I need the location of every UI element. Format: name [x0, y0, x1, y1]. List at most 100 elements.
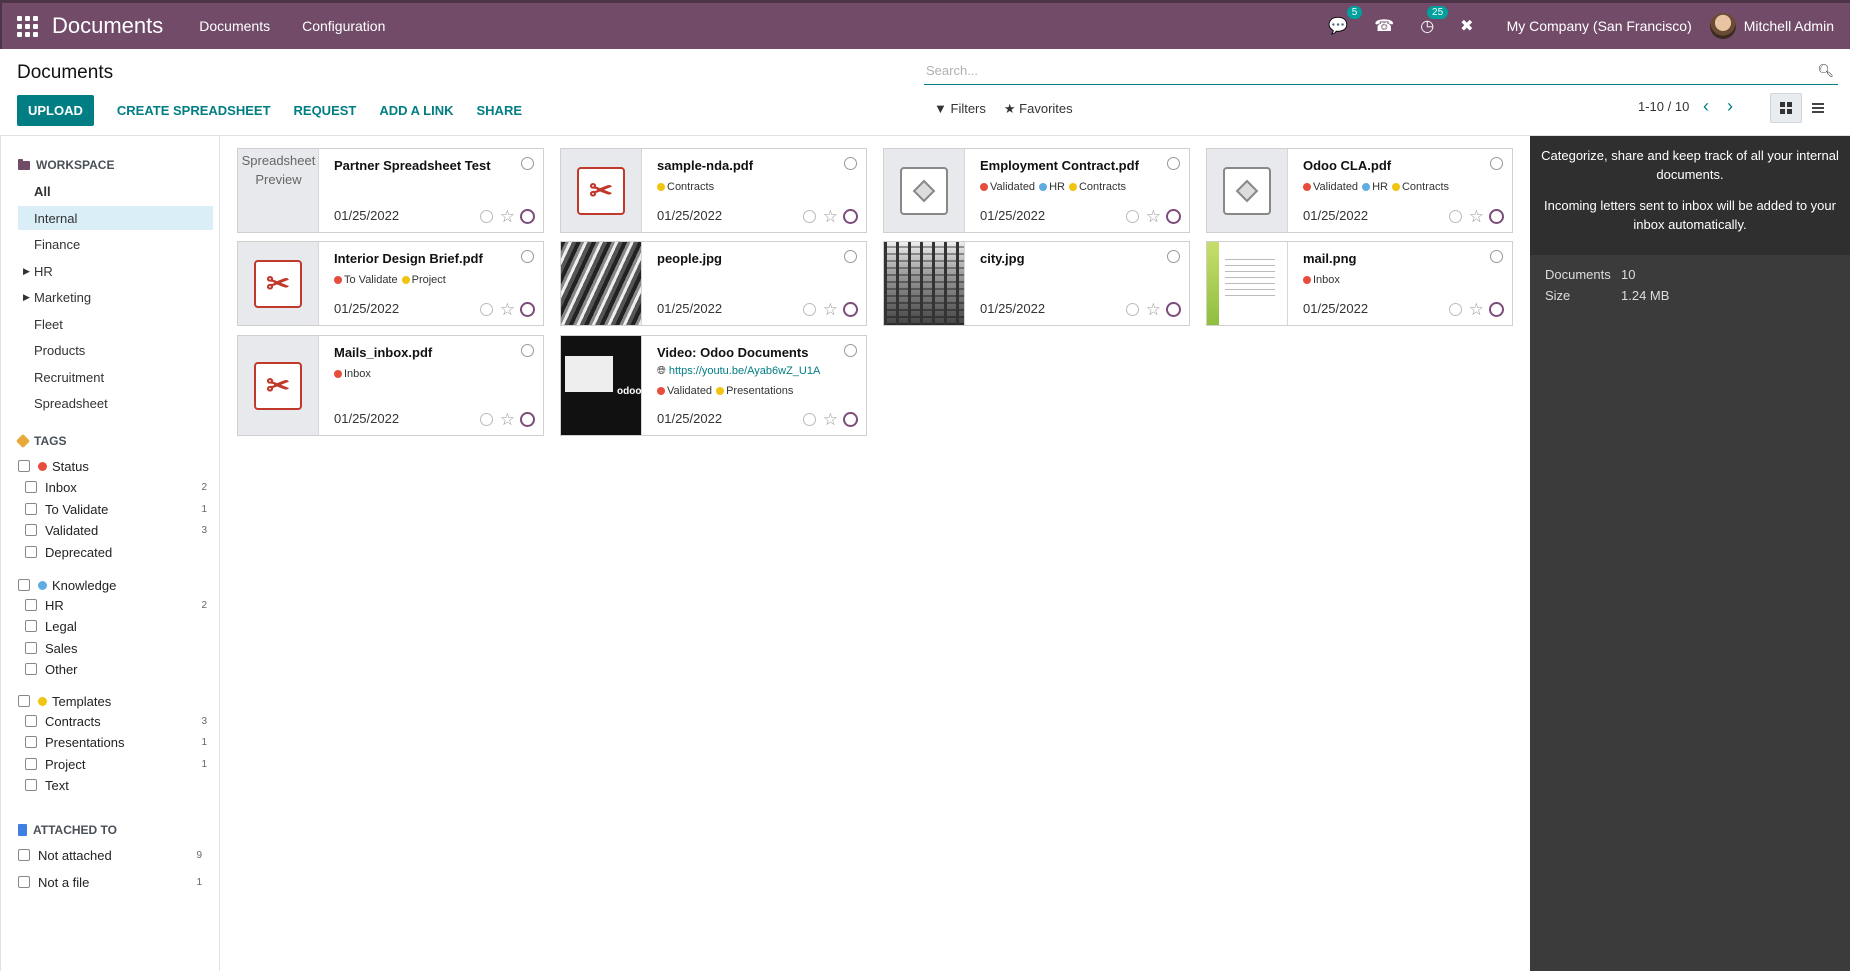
- select-radio[interactable]: [1167, 157, 1180, 170]
- workspace-products[interactable]: Products: [18, 338, 213, 362]
- tag-contracts[interactable]: Contracts 3: [25, 712, 207, 730]
- star-icon[interactable]: ☆: [1469, 208, 1484, 225]
- phone-icon[interactable]: ☎: [1374, 16, 1394, 36]
- star-icon[interactable]: ☆: [500, 208, 515, 225]
- checkbox[interactable]: [25, 736, 37, 748]
- checkbox[interactable]: [18, 579, 30, 591]
- owner-avatar-icon[interactable]: [1489, 209, 1504, 224]
- workspace-all[interactable]: All: [18, 179, 213, 203]
- tag-legal[interactable]: Legal: [25, 617, 207, 635]
- owner-avatar-icon[interactable]: [520, 412, 535, 427]
- checkbox[interactable]: [25, 779, 37, 791]
- owner-avatar-icon[interactable]: [520, 209, 535, 224]
- owner-avatar-icon[interactable]: [520, 302, 535, 317]
- select-radio[interactable]: [1490, 157, 1503, 170]
- tag-project[interactable]: Project 1: [25, 755, 207, 773]
- clock-icon[interactable]: [479, 413, 493, 426]
- activities-icon[interactable]: ◷ 25: [1420, 6, 1449, 36]
- upload-button[interactable]: UPLOAD: [17, 95, 94, 126]
- workspace-fleet[interactable]: Fleet: [18, 312, 213, 336]
- document-card[interactable]: odoo Video: Odoo Documents 🌐︎ https://yo…: [560, 335, 867, 436]
- list-view-button[interactable]: [1802, 93, 1834, 123]
- tag-sales[interactable]: Sales: [25, 639, 207, 657]
- checkbox[interactable]: [25, 620, 37, 632]
- select-radio[interactable]: [1490, 250, 1503, 263]
- checkbox[interactable]: [18, 695, 30, 707]
- clock-icon[interactable]: [802, 413, 816, 426]
- share-button[interactable]: SHARE: [477, 103, 523, 118]
- checkbox[interactable]: [25, 503, 37, 515]
- checkbox[interactable]: [25, 758, 37, 770]
- document-card[interactable]: ✂︎ sample-nda.pdf Contracts 01/25/2022 ☆: [560, 148, 867, 233]
- star-icon[interactable]: ☆: [823, 208, 838, 225]
- owner-avatar-icon[interactable]: [1489, 302, 1504, 317]
- pager-value[interactable]: 1-10 / 10: [1638, 99, 1689, 114]
- checkbox[interactable]: [25, 599, 37, 611]
- company-switcher[interactable]: My Company (San Francisco): [1507, 18, 1692, 34]
- tag-validated[interactable]: Validated 3: [25, 521, 207, 539]
- document-card[interactable]: people.jpg 01/25/2022 ☆: [560, 241, 867, 326]
- star-icon[interactable]: ☆: [1146, 208, 1161, 225]
- filter-not-attached[interactable]: Not attached 9: [18, 846, 213, 864]
- workspace-spreadsheet[interactable]: Spreadsheet: [18, 391, 213, 415]
- select-radio[interactable]: [844, 344, 857, 357]
- checkbox[interactable]: [18, 876, 30, 888]
- clock-icon[interactable]: [1125, 303, 1139, 316]
- messages-icon[interactable]: 💬 5: [1328, 6, 1363, 36]
- search-input[interactable]: [924, 63, 1818, 78]
- select-radio[interactable]: [521, 250, 534, 263]
- tag-group-status[interactable]: Status: [18, 457, 213, 475]
- workspace-marketing[interactable]: ▶ Marketing: [18, 285, 213, 309]
- clock-icon[interactable]: [1125, 210, 1139, 223]
- select-radio[interactable]: [521, 344, 534, 357]
- star-icon[interactable]: ☆: [500, 411, 515, 428]
- checkbox[interactable]: [25, 481, 37, 493]
- clock-icon[interactable]: [479, 303, 493, 316]
- document-card[interactable]: city.jpg 01/25/2022 ☆: [883, 241, 1190, 326]
- caret-right-icon[interactable]: ▶: [23, 292, 30, 303]
- tag-other[interactable]: Other: [25, 660, 207, 678]
- tag-to-validate[interactable]: To Validate 1: [25, 500, 207, 518]
- star-icon[interactable]: ☆: [823, 301, 838, 318]
- document-card[interactable]: Employment Contract.pdf Validated HR Contr…: [883, 148, 1190, 233]
- workspace-hr[interactable]: ▶ HR: [18, 259, 213, 283]
- clock-icon[interactable]: [1448, 210, 1462, 223]
- star-icon[interactable]: ☆: [1146, 301, 1161, 318]
- checkbox[interactable]: [18, 849, 30, 861]
- tag-text[interactable]: Text: [25, 776, 207, 794]
- tag-inbox[interactable]: Inbox 2: [25, 478, 207, 496]
- select-radio[interactable]: [844, 250, 857, 263]
- checkbox[interactable]: [18, 460, 30, 472]
- tag-presentations[interactable]: Presentations 1: [25, 733, 207, 751]
- owner-avatar-icon[interactable]: [843, 412, 858, 427]
- apps-menu-icon[interactable]: [16, 15, 38, 37]
- clock-icon[interactable]: [1448, 303, 1462, 316]
- tag-deprecated[interactable]: Deprecated: [25, 543, 207, 561]
- workspace-internal[interactable]: Internal: [18, 206, 213, 230]
- checkbox[interactable]: [25, 715, 37, 727]
- document-card[interactable]: mail.png Inbox 01/25/2022 ☆: [1206, 241, 1513, 326]
- clock-icon[interactable]: [802, 210, 816, 223]
- kanban-view-button[interactable]: [1770, 93, 1802, 123]
- document-card[interactable]: ✂︎ Mails_inbox.pdf Inbox 01/25/2022 ☆: [237, 335, 544, 436]
- owner-avatar-icon[interactable]: [1166, 302, 1181, 317]
- star-icon[interactable]: ☆: [1469, 301, 1484, 318]
- checkbox[interactable]: [25, 663, 37, 675]
- document-card[interactable]: Spreadsheet Preview Partner Spreadsheet …: [237, 148, 544, 233]
- add-link-button[interactable]: ADD A LINK: [379, 103, 453, 118]
- create-spreadsheet-button[interactable]: CREATE SPREADSHEET: [117, 103, 271, 118]
- debug-tools-icon[interactable]: ✖: [1460, 16, 1473, 36]
- app-brand[interactable]: Documents: [52, 13, 163, 39]
- document-card[interactable]: Odoo CLA.pdf Validated HR Contracts 01/25/…: [1206, 148, 1513, 233]
- clock-icon[interactable]: [802, 303, 816, 316]
- select-radio[interactable]: [1167, 250, 1180, 263]
- select-radio[interactable]: [521, 157, 534, 170]
- owner-avatar-icon[interactable]: [843, 302, 858, 317]
- menu-documents[interactable]: Documents: [199, 18, 270, 34]
- search-bar[interactable]: 🔍︎: [924, 57, 1838, 85]
- document-url-link[interactable]: 🌐︎ https://youtu.be/Ayab6wZ_U1A: [657, 365, 820, 378]
- select-radio[interactable]: [844, 157, 857, 170]
- pager-previous-icon[interactable]: ‹: [1703, 96, 1709, 117]
- tag-group-templates[interactable]: Templates: [18, 692, 213, 710]
- tag-group-knowledge[interactable]: Knowledge: [18, 576, 213, 594]
